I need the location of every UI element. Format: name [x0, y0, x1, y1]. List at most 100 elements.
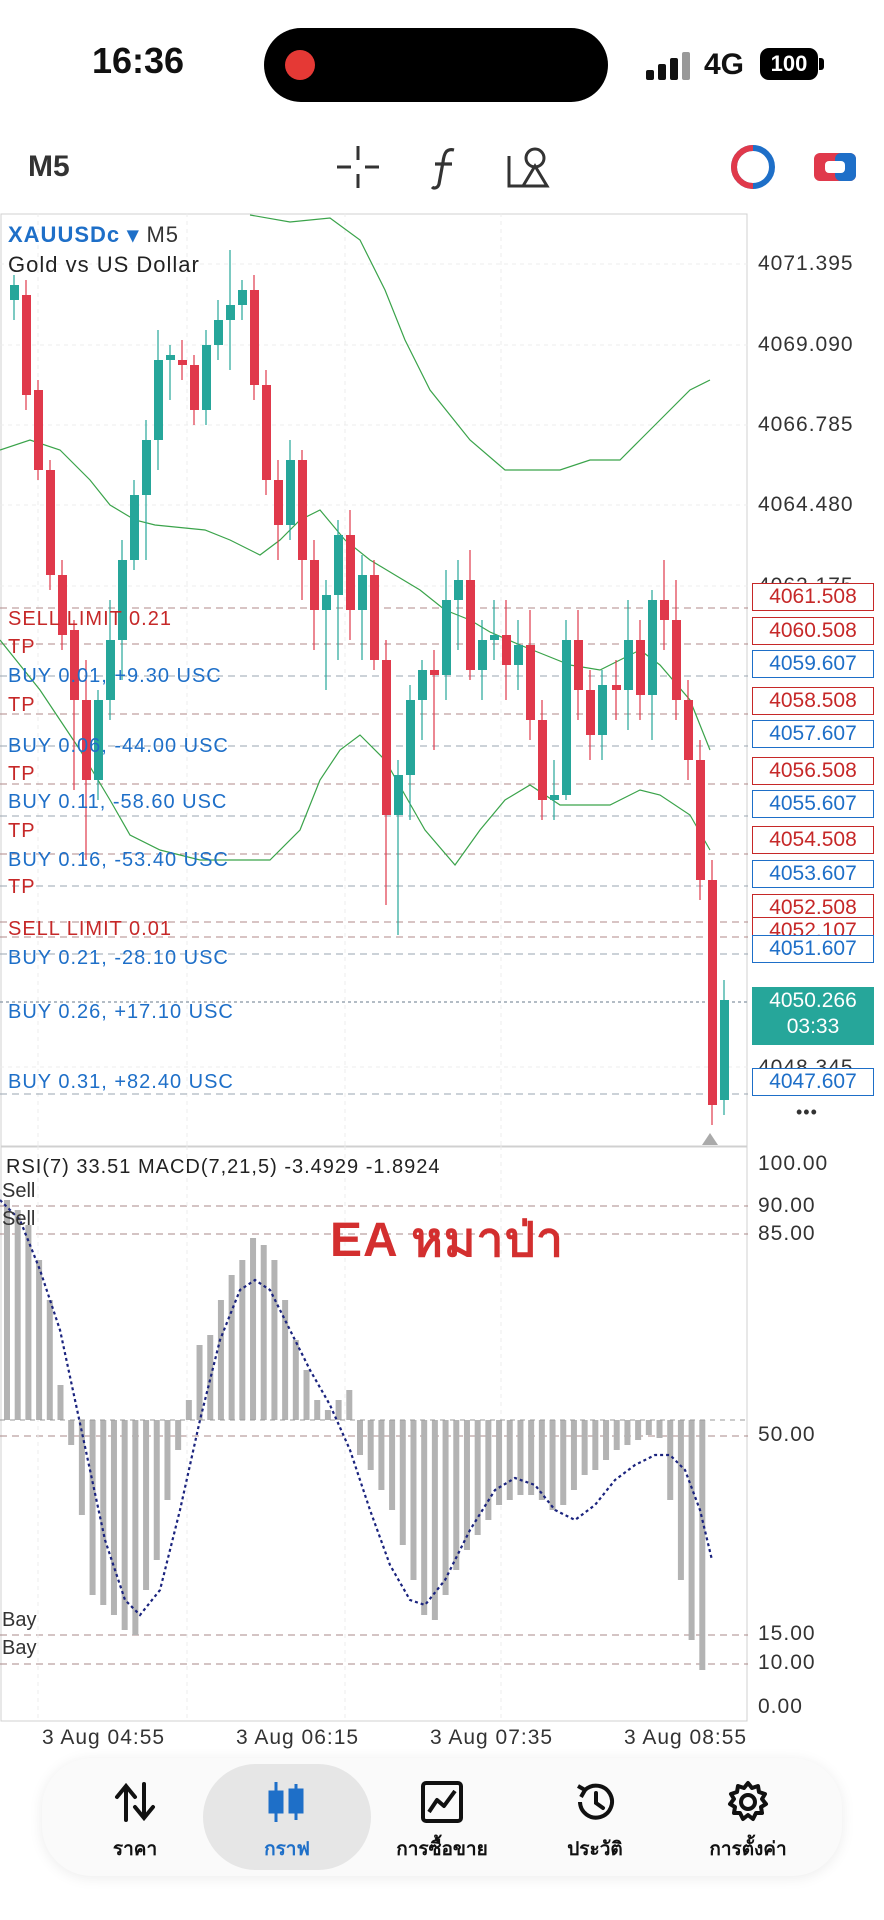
timeframe-button[interactable]: M5: [28, 150, 70, 184]
bear-candle: [660, 600, 669, 620]
order-price-box: 4055.607: [752, 790, 874, 818]
bull-candle: [226, 305, 235, 320]
time-axis-label: 3 Aug 07:35: [430, 1726, 554, 1749]
crosshair-icon[interactable]: [333, 142, 383, 192]
macd-histogram-bar: [324, 1410, 331, 1420]
macd-histogram-bar: [271, 1260, 278, 1420]
macd-histogram-bar: [645, 1420, 652, 1435]
macd-histogram-bar: [367, 1420, 374, 1470]
nav-quotes[interactable]: ราคา: [55, 1780, 215, 1864]
bull-candle: [598, 685, 607, 735]
macd-histogram-bar: [78, 1420, 85, 1515]
nav-label: กราฟ: [264, 1839, 310, 1860]
macd-histogram-bar: [164, 1420, 171, 1500]
macd-histogram-bar: [538, 1420, 545, 1500]
level-label-bay: Bay: [2, 1609, 37, 1631]
macd-histogram-bar: [303, 1370, 310, 1420]
bull-candle: [490, 635, 499, 640]
order-line-label[interactable]: BUY 0.26, +17.10 USC: [8, 1001, 234, 1024]
symbol-name[interactable]: XAUUSDc ▾ M5: [8, 222, 179, 248]
more-icon[interactable]: •••: [796, 1102, 818, 1123]
watermark-text: EA หมาป่า: [330, 1214, 564, 1267]
trade-mode-icon[interactable]: [810, 142, 860, 192]
bear-candle: [382, 660, 391, 815]
bull-candle: [514, 645, 523, 665]
order-line-label[interactable]: BUY 0.06, -44.00 USC: [8, 735, 229, 758]
macd-histogram-bar: [549, 1420, 556, 1510]
battery-tip: [819, 58, 824, 70]
network-type: 4G: [704, 48, 745, 81]
macd-histogram-bar: [292, 1340, 299, 1420]
nav-chart[interactable]: กราฟ: [207, 1780, 367, 1864]
bear-candle: [574, 640, 583, 690]
symbol-description: Gold vs US Dollar: [8, 252, 200, 277]
macd-histogram-bar: [560, 1420, 567, 1505]
bull-candle: [214, 320, 223, 345]
order-line-label[interactable]: TP: [8, 636, 36, 659]
order-price-box: 4054.508: [752, 826, 874, 854]
order-line-label[interactable]: TP: [8, 876, 36, 899]
nav-settings[interactable]: การตั้งค่า: [668, 1780, 828, 1864]
bull-candle: [142, 440, 151, 495]
bear-candle: [250, 290, 259, 385]
macd-histogram-bar: [153, 1420, 160, 1560]
price-tick: 4066.785: [758, 413, 854, 436]
macd-histogram-bar: [496, 1420, 503, 1505]
bear-candle: [178, 360, 187, 365]
order-line-label[interactable]: TP: [8, 694, 36, 717]
indicator-scale-tick: 50.00: [758, 1423, 816, 1446]
macd-histogram-bar: [217, 1300, 224, 1420]
objects-icon[interactable]: [505, 142, 555, 192]
macd-histogram-bar: [143, 1420, 150, 1590]
bull-candle: [624, 640, 633, 690]
status-time: 16:36: [92, 40, 185, 81]
bear-candle: [502, 635, 511, 665]
indicator-scale-tick: 0.00: [758, 1695, 803, 1718]
order-line-label[interactable]: BUY 0.21, -28.10 USC: [8, 947, 229, 970]
trade-icon: [421, 1781, 463, 1823]
bear-candle: [430, 670, 439, 675]
nav-label: ราคา: [112, 1839, 158, 1860]
macd-histogram-bar: [431, 1420, 438, 1620]
bear-candle: [684, 700, 693, 760]
macd-histogram-bar: [132, 1420, 139, 1635]
indicators-icon[interactable]: [420, 142, 470, 192]
order-line-label[interactable]: BUY 0.01, +9.30 USC: [8, 665, 222, 688]
macd-histogram-bar: [474, 1420, 481, 1535]
level-label-sell: Sell: [2, 1208, 36, 1230]
cellular-signal-icon: [646, 50, 690, 80]
order-line-label[interactable]: TP: [8, 763, 36, 786]
one-click-trading-icon[interactable]: [728, 142, 778, 192]
order-line-label[interactable]: BUY 0.31, +82.40 USC: [8, 1071, 234, 1094]
bull-candle: [238, 290, 247, 305]
time-axis-label: 3 Aug 04:55: [42, 1726, 166, 1749]
symbol-dropdown-icon[interactable]: ▾: [127, 222, 139, 247]
order-line-label[interactable]: BUY 0.11, -58.60 USC: [8, 791, 227, 814]
macd-histogram-bar: [699, 1420, 706, 1670]
order-line-label[interactable]: SELL LIMIT 0.21: [8, 608, 172, 631]
order-line-label[interactable]: TP: [8, 820, 36, 843]
macd-histogram-bar: [314, 1400, 321, 1420]
macd-histogram-bar: [207, 1335, 214, 1420]
macd-histogram-bar: [667, 1420, 674, 1500]
order-line-label[interactable]: BUY 0.16, -53.40 USC: [8, 849, 229, 872]
macd-histogram-bar: [185, 1400, 192, 1420]
order-line-label[interactable]: SELL LIMIT 0.01: [8, 918, 172, 941]
bull-candle: [406, 700, 415, 775]
bull-candle: [562, 640, 571, 795]
recording-indicator-icon: [285, 50, 315, 80]
history-icon: [577, 1783, 614, 1820]
bear-candle: [346, 535, 355, 610]
time-axis-label: 3 Aug 06:15: [236, 1726, 360, 1749]
quotes-icon: [115, 1782, 155, 1822]
bear-candle: [298, 460, 307, 560]
nav-trade[interactable]: การซื้อขาย: [362, 1780, 522, 1864]
bear-candle: [370, 575, 379, 660]
indicator-scale-tick: 10.00: [758, 1651, 816, 1674]
macd-histogram-bar: [688, 1420, 695, 1640]
bear-candle: [262, 385, 271, 480]
indicator-scale-tick: 90.00: [758, 1194, 816, 1217]
nav-history[interactable]: ประวัติ: [515, 1780, 675, 1864]
current-price-box: 4050.266 03:33: [752, 987, 874, 1045]
macd-histogram-bar: [677, 1420, 684, 1580]
